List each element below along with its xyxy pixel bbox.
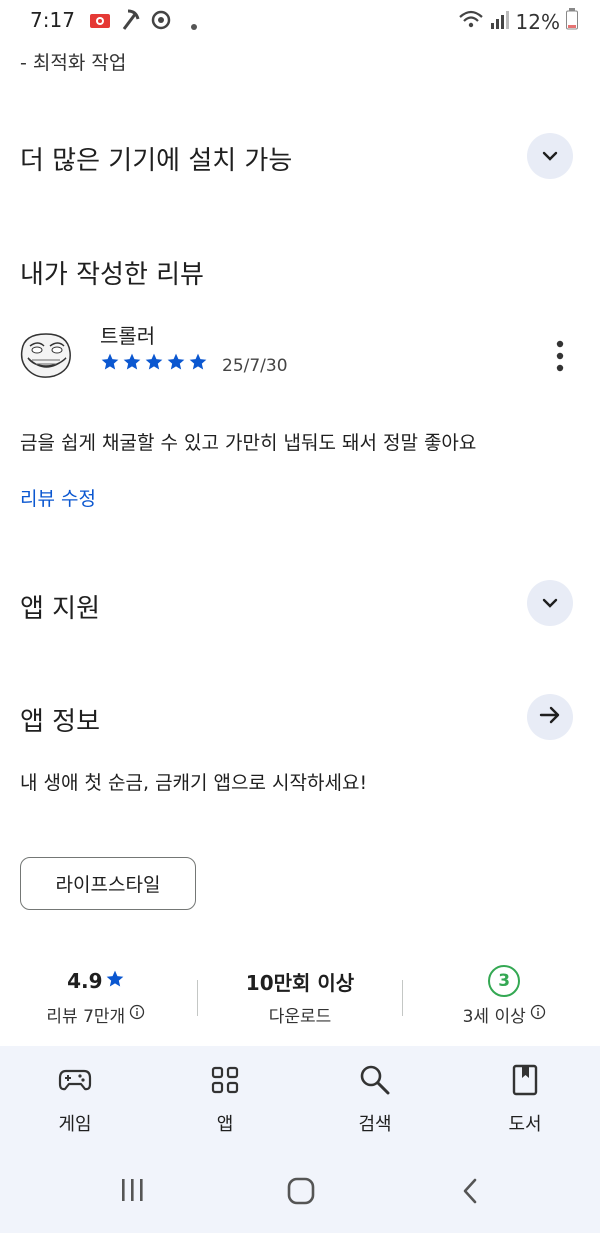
review-text: 금을 쉽게 채굴할 수 있고 가만히 냅둬도 돼서 정말 좋아요 (20, 432, 477, 454)
downloads-label: 다운로드 (268, 1007, 332, 1027)
gamepad-icon (58, 1068, 92, 1096)
notification-sync-icon (150, 9, 172, 35)
rating-stat: 4.9 리뷰 7만개 (6, 966, 186, 1027)
app-description: 내 생애 첫 순금, 금캐기 앱으로 시작하세요! (20, 772, 368, 794)
reviewer-name: 트롤러 (100, 324, 156, 348)
downloads-value: 10만회 이상 (245, 970, 355, 995)
reviews-count: 리뷰 7만개 (46, 1007, 126, 1027)
app-info-title: 앱 정보 (20, 707, 101, 737)
status-time: 7:17 (30, 8, 75, 32)
battery-icon (566, 8, 578, 35)
nav-label: 게임 (58, 1114, 92, 1135)
star-icon (100, 352, 120, 376)
age-rating-badge: 3 (488, 965, 521, 997)
nav-label: 검색 (358, 1114, 392, 1135)
nav-item-apps[interactable]: 앱 (165, 1064, 285, 1136)
search-icon (359, 1064, 391, 1100)
bottom-navigation: 게임 앱 검색 도서 (0, 1046, 600, 1233)
notification-pickaxe-icon (120, 9, 140, 35)
nav-label: 도서 (508, 1114, 542, 1135)
wifi-icon (458, 9, 484, 34)
install-devices-title: 더 많은 기기에 설치 가능 (20, 146, 293, 176)
home-icon (286, 1177, 316, 1210)
review-more-options-button[interactable] (548, 340, 572, 376)
nav-item-search[interactable]: 검색 (315, 1064, 435, 1136)
reviewer-avatar (18, 330, 74, 384)
star-icon (166, 352, 186, 376)
release-note-item: - 최적화 작업 (20, 52, 127, 74)
info-icon[interactable] (129, 1004, 145, 1025)
apps-grid-icon (211, 1066, 239, 1098)
my-review-title: 내가 작성한 리뷰 (20, 260, 204, 290)
book-icon (512, 1064, 538, 1100)
app-support-expand-button[interactable] (527, 580, 573, 626)
signal-icon (490, 10, 510, 34)
stat-divider (197, 980, 199, 1016)
chevron-down-icon (541, 594, 559, 613)
back-icon (458, 1178, 482, 1210)
star-icon (144, 352, 164, 376)
chevron-down-icon (541, 147, 559, 166)
recents-icon (118, 1179, 148, 1208)
notification-app-icon (90, 13, 110, 32)
star-icon (122, 352, 142, 376)
info-icon[interactable] (530, 1004, 546, 1025)
star-icon (188, 352, 208, 376)
system-home-button[interactable] (286, 1176, 316, 1210)
install-devices-expand-button[interactable] (527, 133, 573, 179)
age-rating-stat: 3 3세 이상 (414, 965, 594, 1027)
review-date: 25/7/30 (222, 356, 288, 376)
star-icon (105, 969, 125, 994)
review-stars (100, 352, 208, 376)
app-stats-row: 4.9 리뷰 7만개 10만회 이상 다운로드 3 3세 이상 (0, 965, 600, 1028)
system-back-button[interactable] (458, 1176, 482, 1210)
stat-divider (401, 980, 403, 1016)
category-chip[interactable]: 라이프스타일 (20, 857, 196, 910)
status-indicators: 12% (458, 8, 578, 35)
notification-dot-icon (190, 16, 198, 35)
downloads-stat: 10만회 이상 다운로드 (210, 966, 390, 1028)
rating-value: 4.9 (67, 969, 103, 993)
arrow-right-icon (539, 706, 561, 728)
edit-review-link[interactable]: 리뷰 수정 (20, 484, 96, 511)
status-bar: 7:17 12% (0, 0, 600, 42)
more-vert-icon (556, 340, 564, 376)
battery-percent: 12% (515, 9, 560, 34)
nav-item-games[interactable]: 게임 (15, 1064, 135, 1136)
nav-label: 앱 (216, 1114, 234, 1135)
nav-item-books[interactable]: 도서 (465, 1064, 585, 1136)
system-recents-button[interactable] (118, 1176, 148, 1208)
app-support-title: 앱 지원 (20, 594, 101, 624)
app-info-open-button[interactable] (527, 694, 573, 740)
age-rating-label: 3세 이상 (462, 1007, 526, 1027)
